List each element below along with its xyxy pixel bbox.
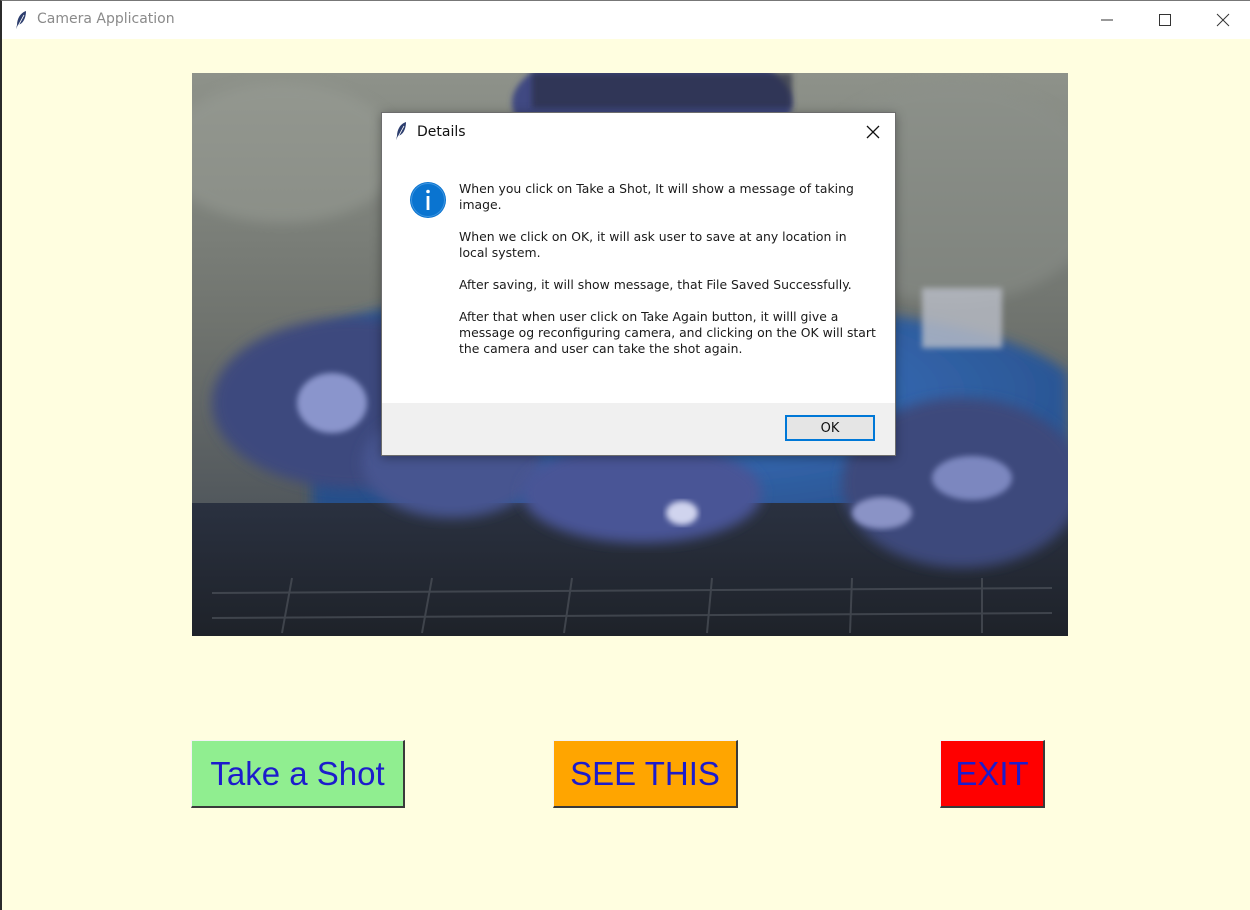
dialog-title: Details (417, 124, 466, 140)
maximize-button[interactable] (1136, 1, 1194, 39)
dialog-close-button[interactable] (861, 121, 885, 143)
message-paragraph: When we click on OK, it will ask user to… (459, 229, 847, 260)
take-shot-button[interactable]: Take a Shot (191, 740, 405, 808)
minimize-button[interactable] (1078, 1, 1136, 39)
feather-icon (395, 121, 409, 141)
camera-app-window: Camera Application Take a Shot SEE THIS … (0, 0, 1250, 910)
info-icon (409, 181, 447, 219)
message-paragraph: After that when user click on Take Again… (459, 309, 876, 356)
close-icon (1216, 13, 1230, 27)
title-bar[interactable]: Camera Application (2, 1, 1250, 39)
message-paragraph: When you click on Take a Shot, It will s… (459, 181, 854, 212)
exit-button[interactable]: EXIT (940, 740, 1045, 808)
window-title: Camera Application (37, 11, 175, 27)
details-dialog: Details When you click on Take a Shot, I… (381, 112, 896, 456)
close-icon (866, 125, 880, 139)
feather-icon (14, 10, 30, 30)
maximize-icon (1159, 14, 1171, 26)
see-this-button[interactable]: SEE THIS (553, 740, 738, 808)
ok-button[interactable]: OK (785, 415, 875, 441)
message-paragraph: After saving, it will show message, that… (459, 277, 852, 292)
close-button[interactable] (1194, 1, 1250, 39)
minimize-icon (1101, 19, 1113, 21)
dialog-message: When you click on Take a Shot, It will s… (459, 181, 879, 373)
dialog-footer: OK (382, 403, 895, 455)
